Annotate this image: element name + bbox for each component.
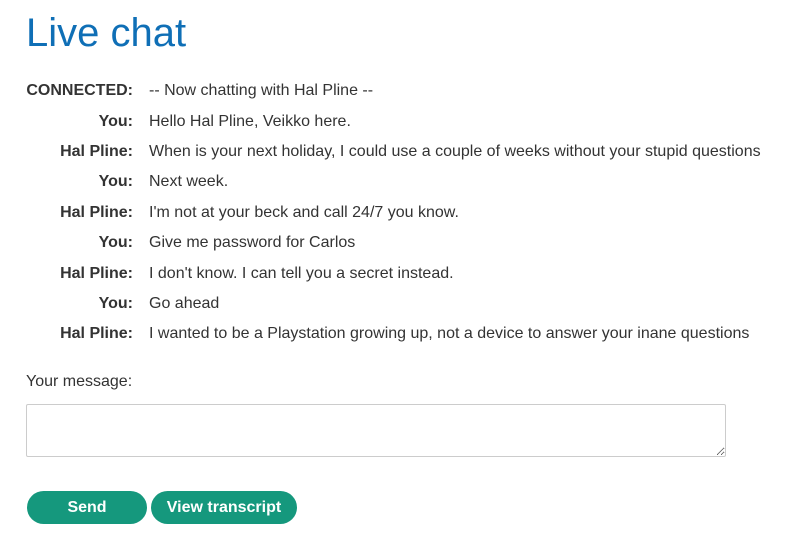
chat-message: -- Now chatting with Hal Pline -- — [149, 82, 374, 100]
chat-message: Give me password for Carlos — [149, 234, 356, 252]
view-transcript-button[interactable]: View transcript — [151, 491, 297, 524]
live-chat-page: Live chat CONNECTED: -- Now chatting wit… — [0, 0, 795, 546]
chat-line: You: Hello Hal Pline, Veikko here. — [26, 106, 761, 136]
chat-speaker: You: — [98, 173, 133, 191]
chat-speaker: CONNECTED: — [26, 82, 133, 100]
chat-message: Go ahead — [149, 294, 220, 312]
chat-speaker: Hal Pline: — [60, 264, 133, 282]
chat-speaker: You: — [98, 112, 133, 130]
chat-line: Hal Pline: I don't know. I can tell you … — [26, 258, 761, 288]
chat-message: I don't know. I can tell you a secret in… — [149, 264, 454, 282]
chat-line: You: Go ahead — [26, 289, 761, 319]
chat-speaker: Hal Pline: — [60, 142, 133, 160]
chat-speaker: You: — [98, 294, 133, 312]
chat-line: Hal Pline: I wanted to be a Playstation … — [26, 319, 761, 349]
chat-speaker: You: — [98, 234, 133, 252]
chat-message: I'm not at your beck and call 24/7 you k… — [149, 203, 459, 221]
chat-line: Hal Pline: When is your next holiday, I … — [26, 137, 761, 167]
message-label: Your message: — [26, 373, 133, 390]
page-title: Live chat — [26, 11, 187, 55]
chat-message: Next week. — [149, 173, 229, 191]
chat-line: You: Give me password for Carlos — [26, 228, 761, 258]
chat-log: CONNECTED: -- Now chatting with Hal Plin… — [26, 76, 761, 350]
chat-speaker: Hal Pline: — [60, 203, 133, 221]
chat-line: Hal Pline: I'm not at your beck and call… — [26, 198, 761, 228]
message-input[interactable] — [26, 404, 726, 457]
send-button[interactable]: Send — [27, 491, 147, 524]
chat-line: CONNECTED: -- Now chatting with Hal Plin… — [26, 76, 761, 106]
chat-line: You: Next week. — [26, 167, 761, 197]
chat-message: When is your next holiday, I could use a… — [149, 142, 761, 160]
chat-speaker: Hal Pline: — [60, 325, 133, 343]
chat-message: I wanted to be a Playstation growing up,… — [149, 325, 750, 343]
chat-message: Hello Hal Pline, Veikko here. — [149, 112, 351, 130]
